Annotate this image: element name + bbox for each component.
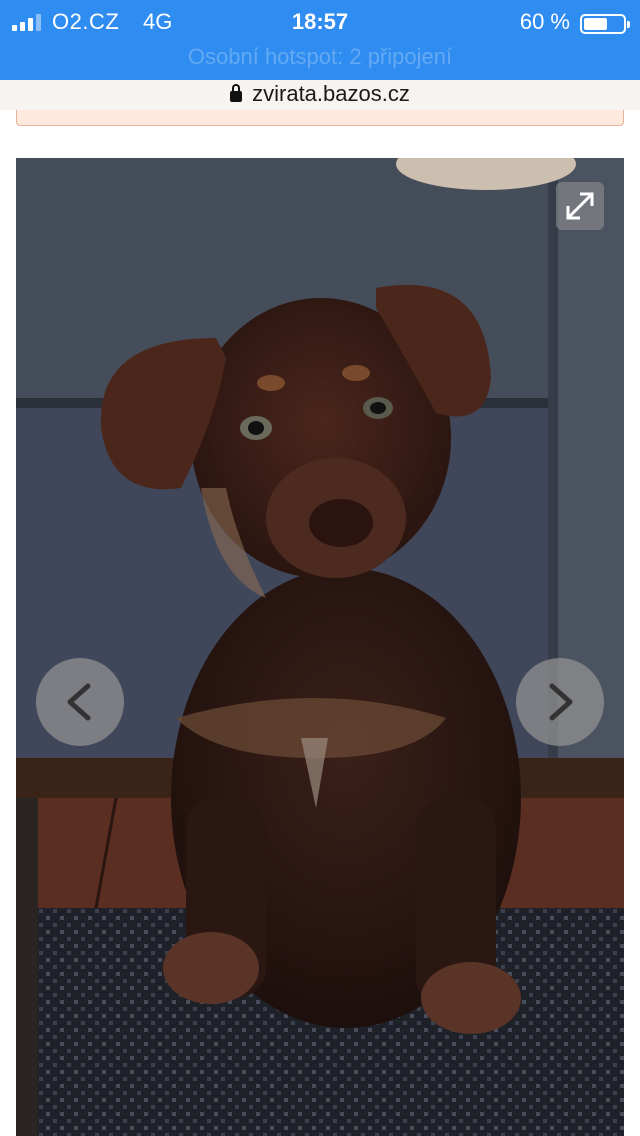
next-photo-button[interactable] (516, 658, 604, 746)
battery-icon (580, 14, 630, 34)
listing-photo[interactable] (16, 158, 624, 1136)
chevron-right-icon (549, 683, 573, 721)
status-bar-top: O2.CZ 4G 18:57 60 % (0, 6, 640, 36)
expand-icon (566, 192, 594, 220)
puppy-photo (16, 158, 624, 1136)
url-text: zvirata.bazos.cz (252, 81, 410, 106)
status-bar: O2.CZ 4G 18:57 60 % Osobní hotspot: 2 př… (0, 0, 640, 80)
page-top-strip (0, 110, 640, 128)
browser-url-bar[interactable]: zvirata.bazos.cz (0, 80, 640, 110)
chevron-left-icon (67, 683, 91, 721)
hotspot-banner[interactable]: Osobní hotspot: 2 připojení (0, 44, 640, 70)
battery-fill (584, 18, 607, 30)
page-banner-edge (16, 110, 624, 126)
previous-photo-button[interactable] (36, 658, 124, 746)
battery-percent: 60 % (519, 9, 570, 34)
fullscreen-button[interactable] (556, 182, 604, 230)
lock-icon (230, 84, 243, 102)
